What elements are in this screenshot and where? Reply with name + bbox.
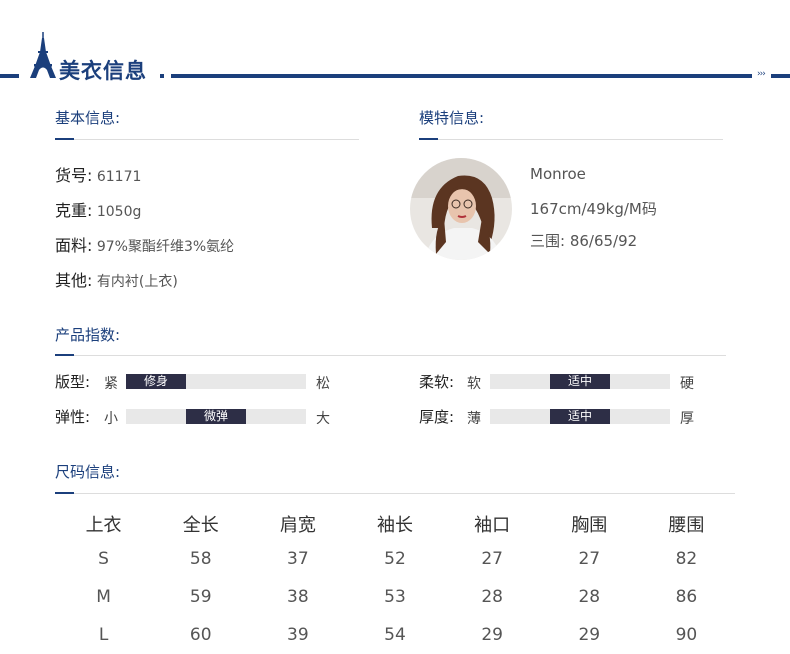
basic-info-row-fabric: 面料: 97%聚酯纤维3%氨纶 (55, 232, 234, 256)
size-header-cell: 上衣 (85, 515, 122, 536)
size-cell: 29 (481, 625, 503, 645)
index-marker-softness: 适中 (550, 374, 610, 389)
model-measurements: 三围: 86/65/92 (530, 232, 638, 250)
basic-info-label: 货号: (55, 166, 93, 185)
size-cell: 58 (189, 549, 212, 569)
size-cell: 29 (578, 625, 601, 645)
model-info-divider (419, 139, 723, 140)
size-cell: 59 (189, 587, 212, 607)
index-marker-elasticity: 微弹 (186, 409, 246, 424)
size-table-header: 上衣 全长 肩宽 袖长 袖口 胸围 腰围 (55, 508, 735, 540)
size-info-divider (55, 493, 735, 494)
size-cell: S (98, 549, 109, 569)
basic-info-accent (55, 138, 74, 140)
basic-info-value: 有内衬(上衣) (96, 274, 178, 290)
size-cell: 86 (675, 587, 698, 607)
model-info-title: 模特信息: (419, 109, 485, 127)
index-bar-fit: 修身 (126, 374, 306, 389)
table-row: L 60 39 54 29 29 90 (55, 616, 735, 654)
size-cell: 90 (675, 625, 698, 645)
chevrons-right-icon: ››› (757, 69, 766, 79)
basic-info-divider (55, 139, 359, 140)
size-cell: L (98, 625, 109, 645)
product-index-divider (55, 355, 726, 356)
index-label-elasticity: 弹性: (55, 408, 91, 426)
size-header-cell: 全长 (182, 515, 219, 536)
index-label-thickness: 厚度: (419, 408, 455, 426)
size-cell: 27 (578, 549, 601, 569)
size-cell: 28 (481, 587, 503, 607)
index-min-fit: 紧 (104, 376, 118, 392)
index-bar-softness: 适中 (490, 374, 670, 389)
size-cell: 60 (189, 625, 212, 645)
size-cell: 27 (481, 549, 503, 569)
index-marker-fit: 修身 (126, 374, 186, 389)
size-cell: 52 (384, 549, 406, 569)
model-info-accent (419, 138, 438, 140)
size-cell: 54 (384, 625, 406, 645)
size-cell: 39 (287, 625, 309, 645)
size-cell: 82 (675, 549, 698, 569)
index-min-elasticity: 小 (104, 411, 118, 427)
index-max-thickness: 厚 (680, 411, 694, 427)
header-rule-right (771, 74, 790, 78)
basic-info-row-item-no: 货号: 61171 (55, 162, 141, 186)
index-bar-thickness: 适中 (490, 409, 670, 424)
size-table: 上衣 全长 肩宽 袖长 袖口 胸围 腰围 S 58 37 52 27 27 82… (55, 508, 735, 654)
size-header-cell: 袖长 (376, 515, 413, 536)
size-info-accent (55, 492, 74, 494)
index-label-fit: 版型: (55, 373, 91, 391)
index-min-thickness: 薄 (467, 411, 481, 427)
header-rule (171, 74, 752, 78)
index-bar-elasticity: 微弹 (126, 409, 306, 424)
size-cell: 37 (287, 549, 309, 569)
basic-info-value: 1050g (96, 204, 142, 220)
size-cell: 53 (384, 587, 406, 607)
size-header-cell: 腰围 (668, 515, 705, 536)
index-label-softness: 柔软: (419, 373, 455, 391)
header-title: 美衣信息 (59, 59, 147, 83)
index-min-softness: 软 (467, 376, 481, 392)
model-stats: 167cm/49kg/M码 (530, 200, 657, 218)
product-index-accent (55, 354, 74, 356)
header-rule-left (0, 74, 19, 78)
size-cell: 28 (578, 587, 601, 607)
index-max-fit: 松 (316, 376, 330, 392)
size-header-cell: 袖口 (474, 515, 511, 536)
basic-info-value: 97%聚酯纤维3%氨纶 (96, 239, 235, 255)
basic-info-label: 克重: (55, 201, 93, 220)
model-name: Monroe (530, 165, 586, 183)
basic-info-label: 面料: (55, 236, 93, 255)
basic-info-value: 61171 (96, 169, 142, 185)
size-info-title: 尺码信息: (55, 463, 121, 481)
basic-info-title: 基本信息: (55, 109, 121, 127)
index-max-softness: 硬 (680, 376, 694, 392)
table-row: M 59 38 53 28 28 86 (55, 578, 735, 616)
eiffel-tower-icon (30, 32, 56, 78)
size-header-cell: 肩宽 (279, 515, 316, 536)
basic-info-row-other: 其他: 有内衬(上衣) (55, 267, 178, 291)
model-avatar (410, 158, 512, 260)
header-dot (160, 74, 164, 78)
basic-info-row-weight: 克重: 1050g (55, 197, 141, 221)
table-row: S 58 37 52 27 27 82 (55, 540, 735, 578)
size-cell: 38 (287, 587, 309, 607)
size-header-cell: 胸围 (571, 515, 608, 536)
basic-info-label: 其他: (55, 271, 93, 290)
product-index-title: 产品指数: (55, 326, 121, 344)
index-marker-thickness: 适中 (550, 409, 610, 424)
index-max-elasticity: 大 (316, 411, 330, 427)
size-cell: M (96, 587, 111, 607)
